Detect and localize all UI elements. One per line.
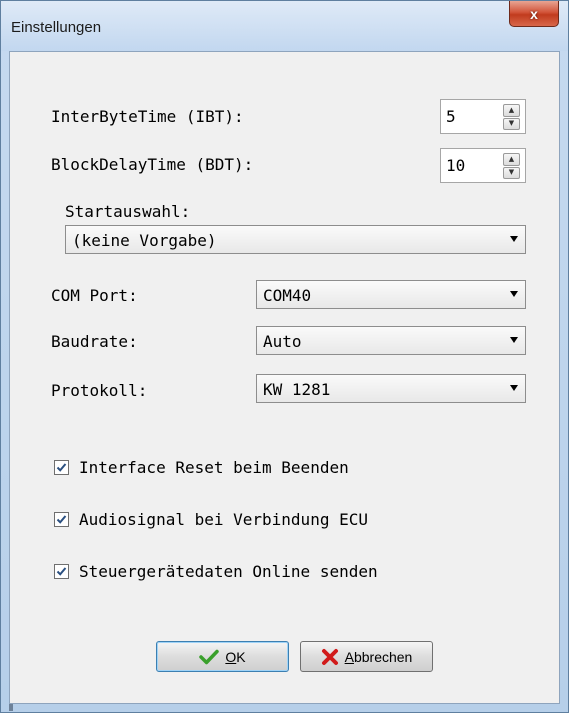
spin-up-icon[interactable]: ▲: [503, 153, 520, 166]
window-title: Einstellungen: [11, 19, 102, 36]
ibt-spin-arrows[interactable]: ▲ ▼: [503, 104, 520, 130]
ok-button[interactable]: OK: [156, 641, 289, 672]
cancel-button[interactable]: Abbrechen: [300, 641, 433, 672]
start-value: (keine Vorgabe): [72, 231, 217, 250]
baud-select[interactable]: Auto: [256, 326, 526, 355]
audiosignal-label[interactable]: Audiosignal bei Verbindung ECU: [79, 510, 368, 529]
online-senden-label[interactable]: Steuergerätedaten Online senden: [79, 562, 378, 581]
ibt-label: InterByteTime (IBT):: [51, 107, 244, 126]
close-button[interactable]: x: [509, 1, 559, 27]
com-label: COM Port:: [51, 286, 138, 305]
online-senden-checkbox[interactable]: [54, 564, 69, 579]
proto-select[interactable]: KW 1281: [256, 374, 526, 403]
spin-up-icon[interactable]: ▲: [503, 104, 520, 117]
checkmark-icon: [199, 649, 220, 664]
checkmark-icon: [56, 463, 67, 472]
interface-reset-label[interactable]: Interface Reset beim Beenden: [79, 458, 349, 477]
spin-down-icon[interactable]: ▼: [503, 166, 520, 179]
baud-label: Baudrate:: [51, 332, 138, 351]
bdt-spinner[interactable]: 10 ▲ ▼: [440, 148, 526, 183]
bdt-value[interactable]: 10: [446, 156, 465, 175]
audiosignal-checkbox[interactable]: [54, 512, 69, 527]
com-value: COM40: [263, 286, 312, 305]
com-select[interactable]: COM40: [256, 280, 526, 309]
ibt-value[interactable]: 5: [446, 107, 456, 126]
chevron-down-icon: [510, 337, 518, 343]
proto-label: Protokoll:: [51, 381, 148, 400]
chevron-down-icon: [510, 291, 518, 297]
bdt-spin-arrows[interactable]: ▲ ▼: [503, 153, 520, 179]
baud-value: Auto: [263, 332, 302, 351]
settings-dialog: Einstellungen x InterByteTime (IBT): 5 ▲…: [0, 0, 569, 713]
title-bar[interactable]: Einstellungen x: [1, 1, 568, 51]
bdt-label: BlockDelayTime (BDT):: [51, 155, 254, 174]
checkmark-icon: [56, 515, 67, 524]
chevron-down-icon: [510, 236, 518, 242]
ok-label: OK: [225, 648, 246, 665]
ibt-spinner[interactable]: 5 ▲ ▼: [440, 99, 526, 134]
red-x-icon: [321, 648, 338, 665]
interface-reset-checkbox[interactable]: [54, 460, 69, 475]
start-label: Startauswahl:: [65, 202, 191, 221]
cancel-label: Abbrechen: [344, 648, 413, 665]
checkmark-icon: [56, 567, 67, 576]
proto-value: KW 1281: [263, 380, 331, 399]
spin-down-icon[interactable]: ▼: [503, 117, 520, 130]
start-select[interactable]: (keine Vorgabe): [65, 225, 526, 254]
chevron-down-icon: [510, 385, 518, 391]
close-icon: x: [530, 5, 538, 22]
